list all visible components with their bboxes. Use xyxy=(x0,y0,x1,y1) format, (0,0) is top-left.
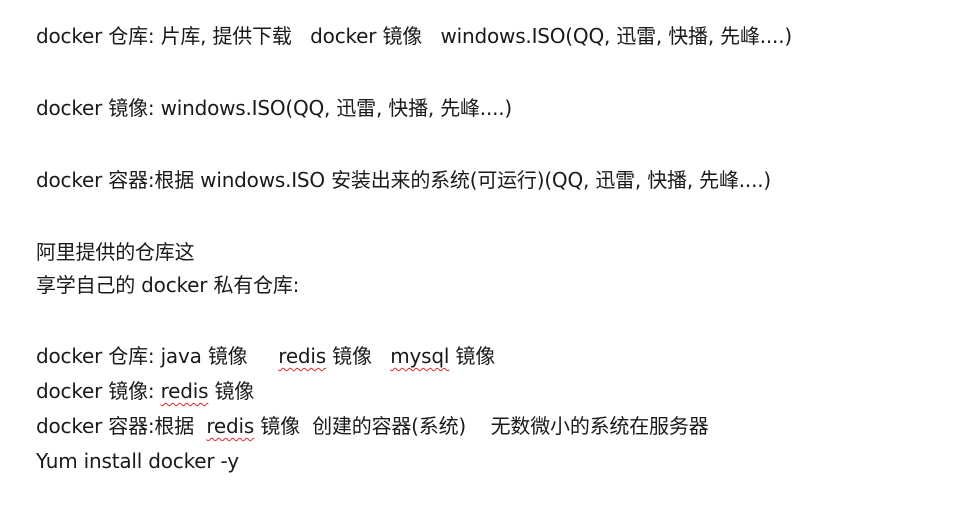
text-segment: 镜像 xyxy=(326,344,391,368)
document-page: docker 仓库: 片库, 提供下载 docker 镜像 windows.IS… xyxy=(0,0,963,527)
text-segment: docker 容器:根据 xyxy=(36,414,207,438)
text-segment: docker 镜像: xyxy=(36,379,161,403)
spellcheck-word-redis: redis xyxy=(160,379,209,403)
text-line-image-example: docker 镜像: redis 镜像 xyxy=(36,378,254,404)
text-line-docker-image: docker 镜像: windows.ISO(QQ, 迅雷, 快播, 先峰...… xyxy=(36,96,513,120)
text-line-aliyun-repository: 阿里提供的仓库这 xyxy=(36,240,195,264)
text-line-repository-examples: docker 仓库: java 镜像 redis 镜像 mysql 镜像 xyxy=(36,343,495,369)
text-segment: 镜像 xyxy=(208,379,255,403)
text-line-yum-install: Yum install docker -y xyxy=(36,449,239,473)
text-line-private-repository: 享学自己的 docker 私有仓库: xyxy=(36,273,300,297)
spellcheck-word-mysql: mysql xyxy=(390,344,450,368)
text-line-docker-repository: docker 仓库: 片库, 提供下载 docker 镜像 windows.IS… xyxy=(36,24,792,48)
spellcheck-word-redis: redis xyxy=(278,344,326,368)
text-segment: 镜像 xyxy=(449,344,495,368)
text-segment: 镜像 创建的容器(系统) 无数微小的系统在服务器 xyxy=(254,414,709,438)
text-segment: docker 仓库: java 镜像 xyxy=(36,344,279,368)
text-line-docker-container: docker 容器:根据 windows.ISO 安装出来的系统(可运行)(QQ… xyxy=(36,168,771,192)
spellcheck-word-redis: redis xyxy=(206,414,255,438)
text-line-container-example: docker 容器:根据 redis 镜像 创建的容器(系统) 无数微小的系统在… xyxy=(36,413,709,439)
